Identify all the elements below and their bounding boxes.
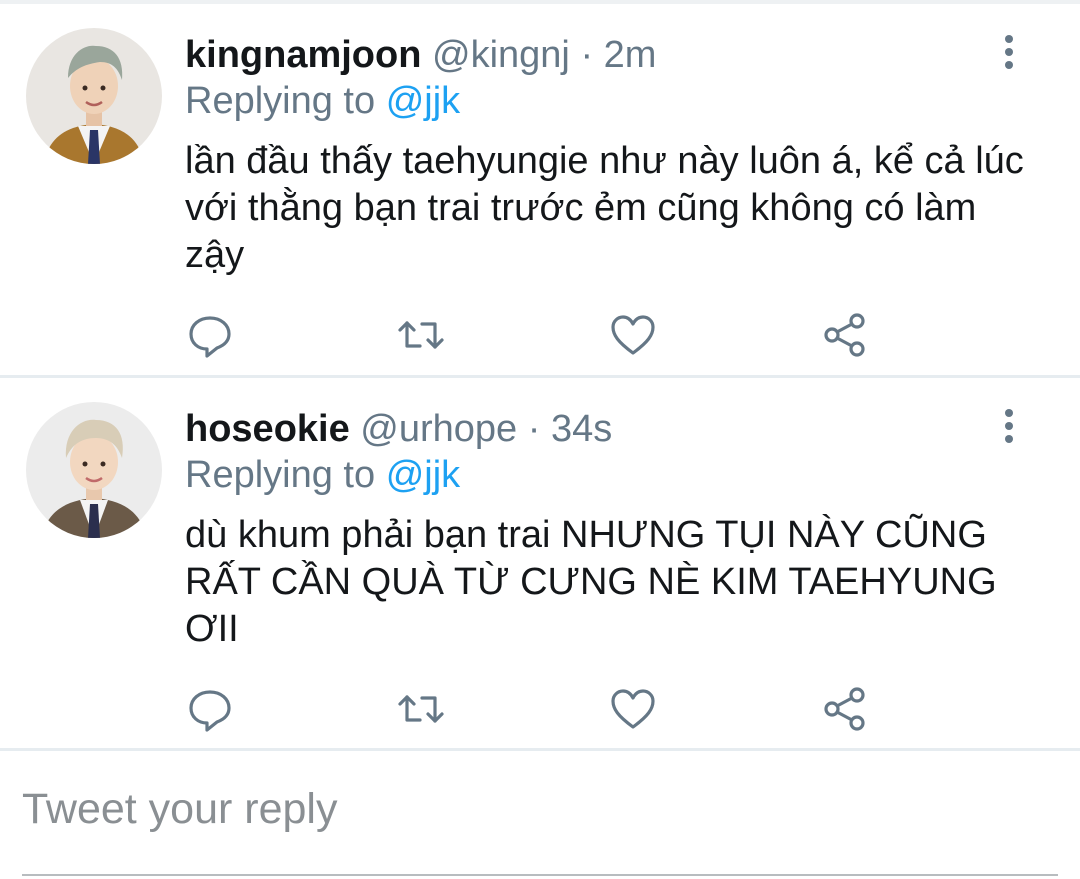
share-icon[interactable] <box>820 310 870 360</box>
replying-prefix: Replying to <box>185 454 376 496</box>
tweet-actions <box>0 310 1080 360</box>
reply-composer <box>0 751 1080 879</box>
reply-underline <box>22 874 1058 876</box>
handle[interactable]: @kingnj <box>432 34 570 76</box>
retweet-icon[interactable] <box>396 684 446 734</box>
tweet-header: kingnamjoon @kingnj · 2m <box>185 32 656 78</box>
timestamp: 34s <box>550 408 613 450</box>
tweet-text: lần đầu thấy taehyungie như này luôn á, … <box>185 140 1024 276</box>
tweet[interactable]: hoseokie @urhope · 34s Replying to @jjk … <box>0 378 1080 750</box>
mention-link[interactable]: @jjk <box>386 80 460 122</box>
tweet[interactable]: kingnamjoon @kingnj · 2m Replying to @jj… <box>0 4 1080 376</box>
replying-to: Replying to @jjk <box>185 78 460 124</box>
like-icon[interactable] <box>608 310 658 360</box>
reply-icon[interactable] <box>185 684 235 734</box>
tweet-actions <box>0 684 1080 734</box>
avatar[interactable] <box>26 28 162 164</box>
mention-link[interactable]: @jjk <box>386 454 460 496</box>
timestamp: 2m <box>603 34 657 76</box>
reply-input[interactable] <box>22 779 1042 839</box>
share-icon[interactable] <box>820 684 870 734</box>
avatar-photo <box>26 28 162 164</box>
avatar-photo <box>26 402 162 538</box>
separator: · <box>580 34 594 76</box>
replying-to: Replying to @jjk <box>185 452 460 498</box>
handle[interactable]: @urhope <box>360 408 517 450</box>
avatar[interactable] <box>26 402 162 538</box>
retweet-icon[interactable] <box>396 310 446 360</box>
separator: · <box>527 408 541 450</box>
more-vertical-icon[interactable] <box>996 406 1022 446</box>
replying-prefix: Replying to <box>185 80 376 122</box>
display-name[interactable]: kingnamjoon <box>185 34 421 76</box>
tweet-text: dù khum phải bạn trai NHƯNG TỤI NÀY CŨNG… <box>185 514 997 650</box>
tweet-header: hoseokie @urhope · 34s <box>185 406 612 452</box>
reply-icon[interactable] <box>185 310 235 360</box>
like-icon[interactable] <box>608 684 658 734</box>
display-name[interactable]: hoseokie <box>185 408 350 450</box>
more-vertical-icon[interactable] <box>996 32 1022 72</box>
